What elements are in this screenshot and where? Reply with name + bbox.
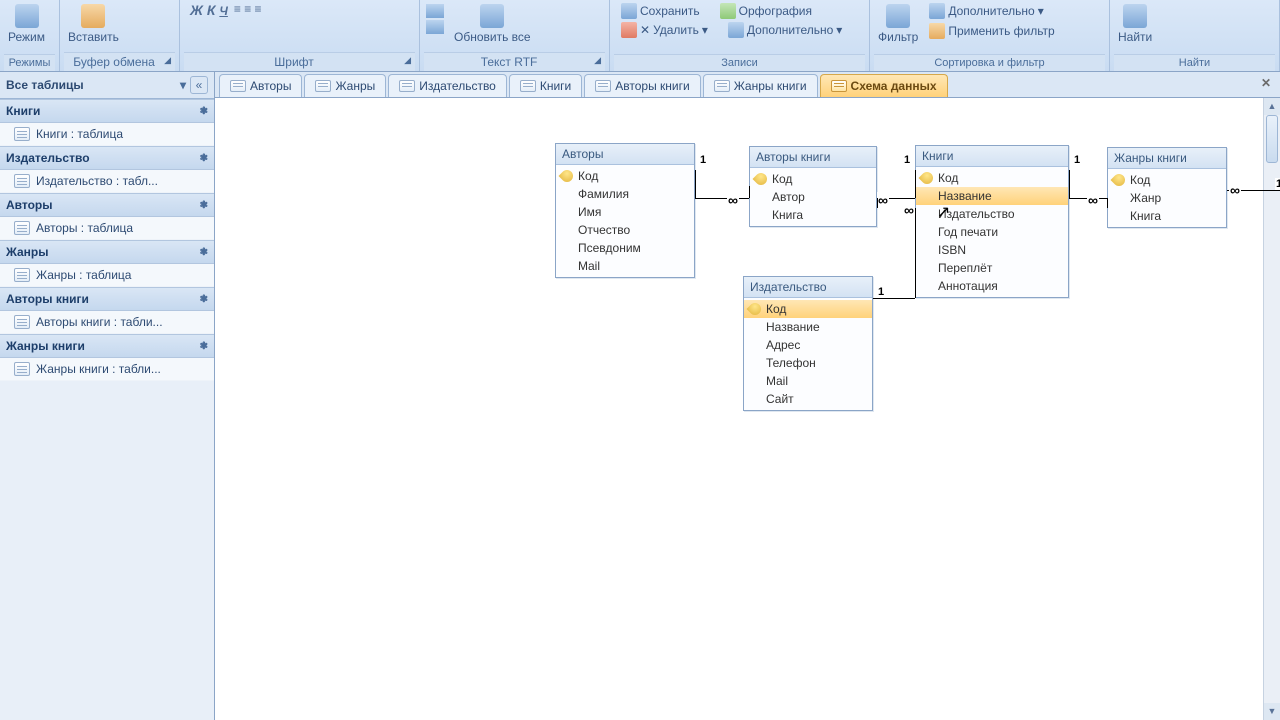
relationships-icon [831,80,847,92]
table-box[interactable]: Авторы книги КодАвторКнига [749,146,877,227]
table-field[interactable]: Код [1108,171,1226,189]
table-field[interactable]: Год печати [916,223,1068,241]
table-field[interactable]: Псевдоним [556,239,694,257]
document-tab[interactable]: Авторы книги [584,74,700,97]
table-icon [399,80,415,92]
table-title[interactable]: Авторы книги [750,147,876,168]
nav-item[interactable]: Жанры : таблица [0,264,214,287]
table-field[interactable]: Код [556,167,694,185]
table-title[interactable]: Авторы [556,144,694,165]
table-field[interactable]: Телефон [744,354,872,372]
ribbon-label: Режимы [4,54,55,71]
document-tab[interactable]: Авторы [219,74,302,97]
nav-item[interactable]: Жанры книги : табли... [0,358,214,381]
table-icon [230,80,246,92]
dialog-launcher[interactable]: ◢ [164,55,175,66]
more-button[interactable]: Дополнительно ▾ [725,21,845,39]
nav-group-header[interactable]: Жанры❃ [0,240,214,264]
scroll-down[interactable]: ▼ [1264,703,1280,720]
paste-button[interactable]: Вставить [64,2,123,46]
table-box[interactable]: Издательство КодНазваниеАдресТелефонMailС… [743,276,873,411]
table-field[interactable]: Название [744,318,872,336]
document-tab[interactable]: Книги [509,74,582,97]
table-field[interactable]: Переплёт [916,259,1068,277]
nav-collapse-button[interactable]: « [190,76,208,94]
spell-button[interactable]: Орфография [717,2,815,20]
table-title[interactable]: Жанры книги [1108,148,1226,169]
close-tab-button[interactable]: ✕ [1258,76,1274,92]
table-title[interactable]: Издательство [744,277,872,298]
table-icon [14,174,30,188]
table-icon [14,127,30,141]
table-icon [714,80,730,92]
dialog-launcher[interactable]: ◢ [594,55,605,66]
table-field[interactable]: Код [744,300,872,318]
delete-button[interactable]: ✕ Удалить ▾ [618,21,711,39]
table-field[interactable]: Код [750,170,876,188]
table-field[interactable]: Код [916,169,1068,187]
table-icon [595,80,611,92]
document-tabs: АвторыЖанрыИздательствоКнигиАвторы книги… [215,72,1280,98]
table-icon [14,268,30,282]
table-field[interactable]: Mail [556,257,694,275]
table-icon [520,80,536,92]
document-tab[interactable]: Жанры книги [703,74,818,97]
table-field[interactable]: Аннотация [916,277,1068,295]
table-field[interactable]: Автор [750,188,876,206]
relationships-canvas[interactable]: ▲ ▼ АвторыКодФамилияИмяОтчествоПсевдоним… [215,98,1280,720]
save-button[interactable]: Сохранить [618,2,703,20]
nav-group-header[interactable]: Авторы❃ [0,193,214,217]
table-field[interactable]: Имя [556,203,694,221]
dialog-launcher[interactable]: ◢ [404,55,415,66]
refresh-button[interactable]: Обновить все [450,2,535,46]
find-button[interactable]: Найти [1114,2,1156,46]
table-field[interactable]: Фамилия [556,185,694,203]
table-field[interactable]: ISBN [916,241,1068,259]
document-tab-active[interactable]: Схема данных [820,74,948,97]
table-field[interactable]: Жанр [1108,189,1226,207]
scroll-up[interactable]: ▲ [1264,98,1280,115]
document-tab[interactable]: Жанры [304,74,386,97]
table-icon [14,221,30,235]
nav-group-header[interactable]: Авторы книги❃ [0,287,214,311]
filter-button[interactable]: Фильтр [874,2,922,46]
table-field[interactable]: Сайт [744,390,872,408]
adv-button[interactable]: Дополнительно ▾ [926,2,1057,20]
table-field[interactable]: Название [916,187,1068,205]
nav-header[interactable]: Все таблицы ▾« [0,72,214,99]
nav-group-header[interactable]: Издательство❃ [0,146,214,170]
navigation-pane: Все таблицы ▾« Книги❃Книги : таблицаИзда… [0,72,215,720]
apply-filter-button[interactable]: Применить фильтр [926,22,1057,40]
table-title[interactable]: Книги [916,146,1068,167]
table-field[interactable]: Mail [744,372,872,390]
nav-item[interactable]: Авторы книги : табли... [0,311,214,334]
nav-item[interactable]: Издательство : табл... [0,170,214,193]
table-field[interactable]: Адрес [744,336,872,354]
vertical-scrollbar[interactable]: ▲ ▼ [1263,98,1280,720]
table-icon [14,315,30,329]
nav-group-header[interactable]: Жанры книги❃ [0,334,214,358]
nav-item[interactable]: Книги : таблица [0,123,214,146]
nav-group-header[interactable]: Книги❃ [0,99,214,123]
table-field[interactable]: Отчество [556,221,694,239]
nav-item[interactable]: Авторы : таблица [0,217,214,240]
mode-button[interactable]: Режим [4,2,49,46]
table-field[interactable]: Книга [750,206,876,224]
ribbon: Режим Режимы Вставить Буфер обмена◢ Ж К … [0,0,1280,72]
table-field[interactable]: Издательство [916,205,1068,223]
table-box[interactable]: Книги КодНазваниеИздательствоГод печатиIS… [915,145,1069,298]
scroll-thumb[interactable] [1266,115,1278,163]
table-box[interactable]: Жанры книги КодЖанрКнига [1107,147,1227,228]
table-field[interactable]: Книга [1108,207,1226,225]
table-box[interactable]: Авторы КодФамилияИмяОтчествоПсевдонимMail [555,143,695,278]
table-icon [14,362,30,376]
table-icon [315,80,331,92]
document-tab[interactable]: Издательство [388,74,507,97]
